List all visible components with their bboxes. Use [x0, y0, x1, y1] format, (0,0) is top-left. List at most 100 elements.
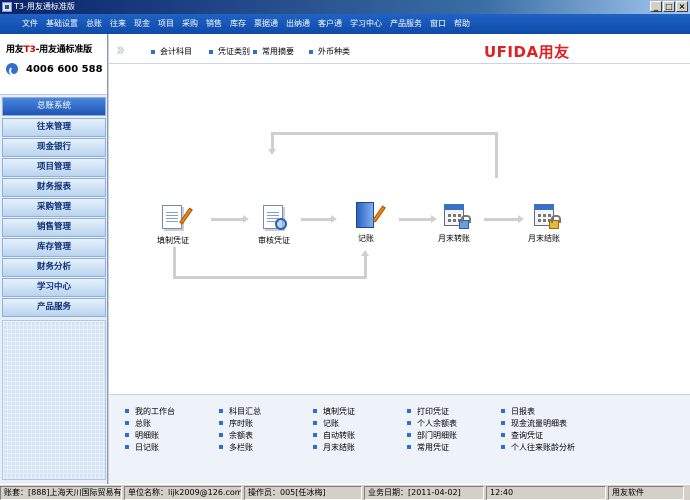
flow-arrow-2 [301, 218, 331, 221]
nav-item-product-service[interactable]: 产品服务 [2, 298, 106, 317]
quick-link-daily-report[interactable]: 日报表 [501, 405, 575, 417]
nav-item-cash-bank[interactable]: 现金银行 [2, 138, 106, 157]
menu-cash[interactable]: 现金 [130, 14, 154, 34]
close-button[interactable]: × [676, 1, 688, 12]
menu-general-ledger[interactable]: 总账 [82, 14, 106, 34]
flow-node-label: 月末结账 [528, 234, 560, 243]
bullet-icon [313, 433, 317, 437]
bullet-icon [407, 409, 411, 413]
quick-link-auto-transfer[interactable]: 自动转账 [313, 429, 355, 441]
flow-loop-top-right [495, 132, 498, 178]
menu-sales[interactable]: 销售 [202, 14, 226, 34]
quick-link-month-end-close[interactable]: 月末结账 [313, 441, 355, 453]
menu-product-service[interactable]: 产品服务 [386, 14, 426, 34]
flow-arrow-1 [211, 218, 243, 221]
nav-header-general-ledger[interactable]: 总账系统 [2, 97, 106, 116]
link-common-summary[interactable]: 常用摘要 [253, 46, 294, 57]
nav-empty-area [2, 320, 106, 480]
menu-bills[interactable]: 票据通 [250, 14, 282, 34]
menu-project[interactable]: 项目 [154, 14, 178, 34]
link-label: 常用摘要 [262, 47, 294, 56]
nav-item-receivables[interactable]: 往来管理 [2, 118, 106, 137]
quick-link-aging-analysis[interactable]: 个人往来账龄分析 [501, 441, 575, 453]
menu-basic-settings[interactable]: 基础设置 [42, 14, 82, 34]
quick-link-print-voucher[interactable]: 打印凭证 [407, 405, 457, 417]
bullet-icon [151, 49, 155, 54]
bullet-icon [501, 421, 505, 425]
flow-node-posting[interactable]: 记账 [346, 201, 386, 244]
menu-help[interactable]: 帮助 [450, 14, 474, 34]
menu-window[interactable]: 窗口 [426, 14, 450, 34]
bullet-icon [407, 433, 411, 437]
flow-node-month-end-close[interactable]: 月末结账 [521, 201, 567, 244]
toolbar: 》》 会计科目 凭证类别 常用摘要 外币种类 UFIDA用友 [109, 34, 690, 64]
quick-link-subject-summary[interactable]: 科目汇总 [219, 405, 261, 417]
flow-loop-bottom-left [173, 247, 176, 278]
status-company: 单位名称：lijk2009@126.com [124, 486, 242, 500]
quick-link-my-workbench[interactable]: 我的工作台 [125, 405, 175, 417]
flow-arrow-2-head [331, 215, 337, 223]
ledger-book-icon [351, 201, 386, 231]
link-label: 会计科目 [160, 47, 192, 56]
quick-link-general-ledger[interactable]: 总账 [125, 417, 175, 429]
bullet-icon [125, 421, 129, 425]
flow-node-label: 填制凭证 [157, 236, 189, 245]
quick-link-detail-ledger[interactable]: 明细账 [125, 429, 175, 441]
quick-links-col-1: 我的工作台 总账 明细账 日记账 [125, 405, 175, 453]
menu-receivables[interactable]: 往来 [106, 14, 130, 34]
quick-link-fill-voucher[interactable]: 填制凭证 [313, 405, 355, 417]
quick-link-balance-sheet[interactable]: 余额表 [219, 429, 261, 441]
quick-link-department-detail[interactable]: 部门明细账 [407, 429, 457, 441]
brand-name-suffix: -用友通标准版 [35, 45, 93, 55]
menu-file[interactable]: 文件 [18, 14, 42, 34]
nav-item-financial-reports[interactable]: 财务报表 [2, 178, 106, 197]
flow-node-review-voucher[interactable]: 审核凭证 [254, 203, 294, 246]
link-label: 现金流量明细表 [511, 418, 567, 428]
bullet-icon [501, 409, 505, 413]
quick-link-multi-column-ledger[interactable]: 多栏账 [219, 441, 261, 453]
flow-arrow-3 [399, 218, 431, 221]
quick-link-chronological-ledger[interactable]: 序时账 [219, 417, 261, 429]
minimize-button[interactable]: _ [650, 1, 662, 12]
status-account: 账套：[888]上海天川国际贸易有限 [0, 486, 122, 500]
maximize-button[interactable]: □ [663, 1, 675, 12]
collapse-chevron-icon[interactable]: 》》 [117, 45, 128, 56]
nav-item-inventory[interactable]: 库存管理 [2, 238, 106, 257]
menu-inventory[interactable]: 库存 [226, 14, 250, 34]
quick-links-col-5: 日报表 现金流量明细表 查询凭证 个人往来账龄分析 [501, 405, 575, 453]
menu-purchase[interactable]: 采购 [178, 14, 202, 34]
nav-item-learning[interactable]: 学习中心 [2, 278, 106, 297]
link-label: 日记账 [135, 442, 159, 452]
menu-learning[interactable]: 学习中心 [346, 14, 386, 34]
nav-item-purchase[interactable]: 采购管理 [2, 198, 106, 217]
bullet-icon [219, 433, 223, 437]
process-flow: 填制凭证 审核凭证 记账 月末转账 月末结账 [109, 65, 690, 425]
quick-link-journal[interactable]: 日记账 [125, 441, 175, 453]
flow-node-month-end-transfer[interactable]: 月末转账 [431, 201, 477, 244]
menu-customer[interactable]: 客户通 [314, 14, 346, 34]
quick-links-panel: 我的工作台 总账 明细账 日记账 科目汇总 序时账 余额表 多栏账 填制凭证 记… [109, 394, 690, 484]
quick-links-col-3: 填制凭证 记账 自动转账 月末结账 [313, 405, 355, 453]
nav-item-project[interactable]: 项目管理 [2, 158, 106, 177]
quick-link-common-voucher[interactable]: 常用凭证 [407, 441, 457, 453]
bullet-icon [125, 433, 129, 437]
flow-node-label: 记账 [358, 234, 374, 243]
calendar-transfer-icon [439, 201, 471, 231]
link-label: 多栏账 [229, 442, 253, 452]
phone-icon [6, 63, 19, 76]
quick-link-personal-balance[interactable]: 个人余额表 [407, 417, 457, 429]
link-currencies[interactable]: 外币种类 [309, 46, 350, 57]
nav-item-sales[interactable]: 销售管理 [2, 218, 106, 237]
link-label: 记账 [323, 418, 339, 428]
left-panel: 用友T3-用友通标准版 4006 600 588 总账系统 往来管理 现金银行 … [0, 34, 108, 484]
link-voucher-types[interactable]: 凭证类别 [209, 46, 250, 57]
quick-link-posting[interactable]: 记账 [313, 417, 355, 429]
quick-link-cash-flow-detail[interactable]: 现金流量明细表 [501, 417, 575, 429]
link-account-subjects[interactable]: 会计科目 [151, 46, 192, 57]
flow-node-label: 审核凭证 [258, 236, 290, 245]
menu-bar: 文件 基础设置 总账 往来 现金 项目 采购 销售 库存 票据通 出纳通 客户通… [0, 14, 690, 34]
nav-item-financial-analysis[interactable]: 财务分析 [2, 258, 106, 277]
flow-node-fill-voucher[interactable]: 填制凭证 [153, 203, 193, 246]
quick-link-query-voucher[interactable]: 查询凭证 [501, 429, 575, 441]
menu-cashier[interactable]: 出纳通 [282, 14, 314, 34]
